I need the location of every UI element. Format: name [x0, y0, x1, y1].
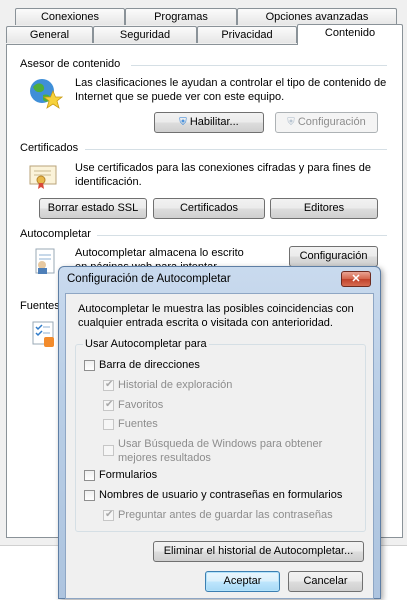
browsing-history-label: Historial de exploración	[118, 379, 233, 391]
browsing-history-checkbox[interactable]: ✔	[103, 379, 114, 391]
button-label: Configuración	[297, 116, 366, 128]
tab-programas[interactable]: Programas	[125, 8, 237, 25]
cancel-button[interactable]: Cancelar	[288, 571, 363, 592]
tab-conexiones[interactable]: Conexiones	[15, 8, 125, 25]
dialog-title: Configuración de Autocompletar	[67, 273, 231, 285]
ask-before-saving-label: Preguntar antes de guardar las contraseñ…	[118, 509, 333, 521]
advisor-settings-button[interactable]: ⛨ Configuración	[275, 112, 378, 133]
enable-advisor-button[interactable]: ⛨ Habilitar...	[154, 112, 264, 133]
forms-label: Formularios	[99, 469, 158, 481]
certificates-description-line1: Use certificados para las conexiones cif…	[75, 162, 371, 174]
tab-label: General	[29, 29, 70, 41]
usernames-passwords-checkbox[interactable]	[84, 490, 95, 501]
favorites-checkbox[interactable]: ✔	[103, 399, 114, 411]
usernames-passwords-label: Nombres de usuario y contraseñas en form…	[99, 489, 343, 501]
tab-label: Seguridad	[119, 29, 171, 41]
windows-search-label-line1: Usar Búsqueda de Windows para obtener	[118, 438, 323, 450]
certificates-description-line2: identificación.	[75, 176, 142, 188]
clear-ssl-state-button[interactable]: Borrar estado SSL	[39, 198, 147, 219]
feeds-label: Fuentes	[118, 418, 158, 430]
tab-privacidad[interactable]: Privacidad	[197, 26, 297, 43]
favorites-label: Favoritos	[118, 399, 164, 411]
certificates-group-title: Certificados	[20, 142, 79, 154]
group-label: Usar Autocompletar para	[83, 338, 209, 350]
group-divider	[131, 65, 387, 66]
dialog-intro-line1: Autocompletar le muestra las posibles co…	[78, 303, 354, 315]
autocomplete-settings-dialog: Configuración de Autocompletar ✕ Autocom…	[58, 266, 381, 599]
forms-checkbox[interactable]	[84, 470, 95, 481]
checkmark-icon: ✔	[105, 399, 114, 410]
dialog-intro-line2: cualquier entrada escrita o visitada con…	[78, 317, 333, 329]
tab-label: Opciones avanzadas	[265, 11, 369, 23]
certificate-icon	[29, 164, 59, 190]
group-divider	[85, 149, 387, 150]
tab-label: Conexiones	[40, 11, 100, 23]
tab-seguridad[interactable]: Seguridad	[93, 26, 197, 43]
delete-autocomplete-history-button[interactable]: Eliminar el historial de Autocompletar..…	[153, 541, 364, 562]
advisor-group-title: Asesor de contenido	[20, 58, 121, 70]
accept-button[interactable]: Aceptar	[205, 571, 280, 592]
feeds-icon	[31, 320, 61, 348]
shield-icon: ⛨	[287, 117, 295, 128]
tab-label: Privacidad	[221, 29, 273, 41]
button-label: Habilitar...	[189, 116, 239, 128]
tab-general[interactable]: General	[6, 26, 93, 43]
windows-search-checkbox[interactable]	[103, 445, 114, 456]
tab-opciones-avanzadas[interactable]: Opciones avanzadas	[237, 8, 397, 25]
publishers-button[interactable]: Editores	[270, 198, 378, 219]
advisor-description-line1: Las clasificaciones le ayudan a controla…	[75, 77, 387, 89]
autocomplete-group-title: Autocompletar	[20, 228, 91, 240]
tab-contenido[interactable]: Contenido	[297, 24, 403, 45]
dialog-body: Autocompletar le muestra las posibles co…	[65, 293, 374, 599]
feeds-checkbox[interactable]	[103, 419, 114, 430]
certificates-button[interactable]: Certificados	[153, 198, 265, 219]
address-bar-label: Barra de direcciones	[99, 359, 200, 371]
close-button[interactable]: ✕	[341, 271, 371, 287]
close-icon: ✕	[351, 273, 361, 285]
content-advisor-icon	[27, 77, 64, 109]
shield-icon: ⛨	[179, 117, 187, 128]
address-bar-checkbox[interactable]	[84, 360, 95, 371]
autocomplete-description-line1: Autocompletar almacena lo escrito	[75, 247, 244, 259]
windows-search-label-line2: mejores resultados	[118, 452, 211, 464]
feeds-group-title: Fuentes	[20, 300, 60, 312]
advisor-description-line2: Internet que se puede ver con este equip…	[75, 91, 285, 103]
tab-label: Programas	[154, 11, 208, 23]
autocomplete-settings-button[interactable]: Configuración	[289, 246, 378, 267]
checkmark-icon: ✔	[105, 379, 114, 390]
group-divider	[97, 235, 387, 236]
ask-before-saving-checkbox[interactable]: ✔	[103, 509, 114, 521]
checkmark-icon: ✔	[105, 509, 114, 520]
tab-label: Contenido	[324, 27, 376, 39]
